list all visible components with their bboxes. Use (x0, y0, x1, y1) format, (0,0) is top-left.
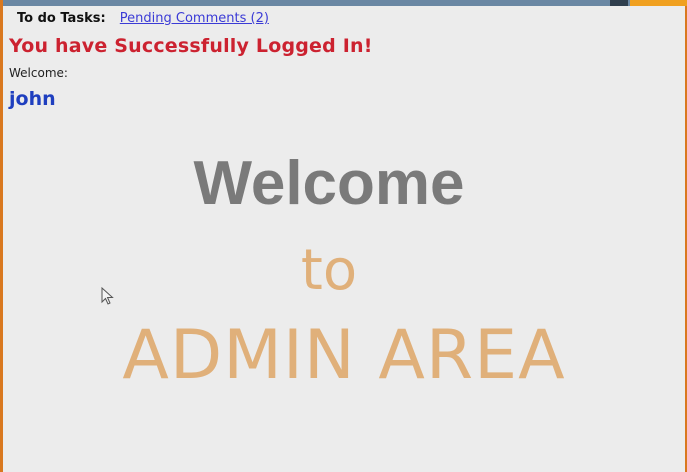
banner-admin-area-text: ADMIN AREA (122, 316, 566, 395)
top-window-strip (3, 0, 687, 6)
username-text: john (9, 88, 56, 110)
todo-tasks-label: To do Tasks: (17, 11, 106, 26)
pending-comments-link[interactable]: Pending Comments (2) (120, 11, 269, 26)
top-strip-dark-block (610, 0, 628, 6)
top-strip-orange-block (630, 0, 687, 6)
banner-welcome-heading: Welcome (193, 149, 465, 218)
mouse-pointer-icon (101, 287, 114, 305)
login-success-message: You have Successfully Logged In! (9, 35, 373, 57)
todo-tasks-row: To do Tasks: Pending Comments (2) (17, 11, 269, 26)
welcome-label: Welcome: (9, 66, 68, 80)
admin-page-frame: To do Tasks: Pending Comments (2) You ha… (0, 0, 687, 472)
